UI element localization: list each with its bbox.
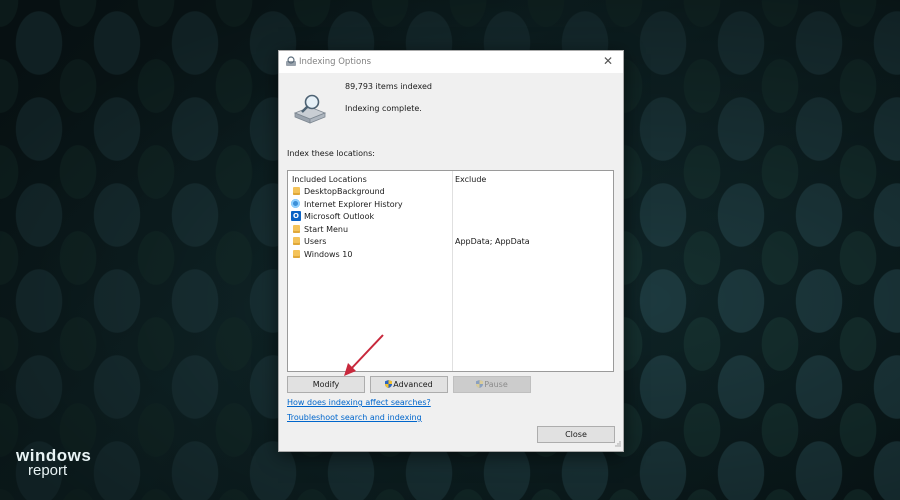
location-name: Windows 10 — [304, 249, 353, 259]
items-indexed-count: 89,793 items indexed — [345, 82, 432, 91]
internet-explorer-icon — [291, 198, 301, 209]
outlook-glyph: O — [291, 211, 301, 222]
troubleshoot-link[interactable]: Troubleshoot search and indexing — [287, 413, 422, 422]
window-title: Indexing Options — [299, 57, 372, 67]
logo-line2: report — [28, 462, 68, 479]
location-name: Microsoft Outlook — [304, 212, 375, 222]
windows-report-logo: windows report — [16, 446, 92, 479]
logo-line1: windows — [16, 446, 92, 465]
close-button[interactable]: Close — [537, 426, 615, 443]
indexing-options-icon — [285, 56, 297, 69]
location-name: Internet Explorer History — [304, 199, 403, 209]
title-bar[interactable]: Indexing Options ✕ — [279, 51, 623, 73]
list-item[interactable]: Windows 10 — [288, 248, 613, 261]
indexing-status-icon — [292, 93, 328, 127]
advanced-label: Advanced — [393, 380, 433, 389]
locations-list[interactable]: Included Locations Exclude DesktopBackgr… — [287, 170, 614, 372]
indexing-options-dialog: Indexing Options ✕ 89,793 items indexed … — [278, 50, 624, 452]
location-name: DesktopBackground — [304, 187, 385, 196]
location-exclude: AppData; AppData — [455, 237, 530, 247]
folder-icon — [291, 236, 301, 246]
indexing-status-text: Indexing complete. — [345, 104, 422, 113]
list-item[interactable]: O Microsoft Outlook — [288, 210, 613, 223]
modify-button[interactable]: Modify — [287, 376, 365, 393]
uac-shield-icon — [476, 378, 484, 388]
included-locations-header: Included Locations — [292, 175, 367, 184]
pause-button: Pause — [453, 376, 531, 393]
list-item[interactable]: Start Menu — [288, 223, 613, 236]
list-item[interactable]: DesktopBackground — [288, 185, 613, 198]
location-name: Start Menu — [304, 224, 349, 234]
indexing-affect-searches-link[interactable]: How does indexing affect searches? — [287, 398, 431, 407]
folder-icon — [291, 224, 301, 234]
advanced-button[interactable]: Advanced — [370, 376, 448, 393]
list-item[interactable]: Internet Explorer History — [288, 198, 613, 211]
folder-icon — [291, 186, 301, 196]
index-locations-label: Index these locations: — [287, 149, 375, 158]
location-name: Users — [304, 237, 327, 247]
uac-shield-icon — [385, 378, 393, 388]
resize-grip-icon[interactable] — [614, 440, 621, 449]
pause-label: Pause — [484, 380, 508, 389]
list-item[interactable]: Users AppData; AppData — [288, 235, 613, 248]
exclude-header: Exclude — [455, 175, 487, 184]
close-icon[interactable]: ✕ — [601, 54, 615, 68]
folder-icon — [291, 249, 301, 259]
outlook-icon: O — [291, 211, 301, 222]
